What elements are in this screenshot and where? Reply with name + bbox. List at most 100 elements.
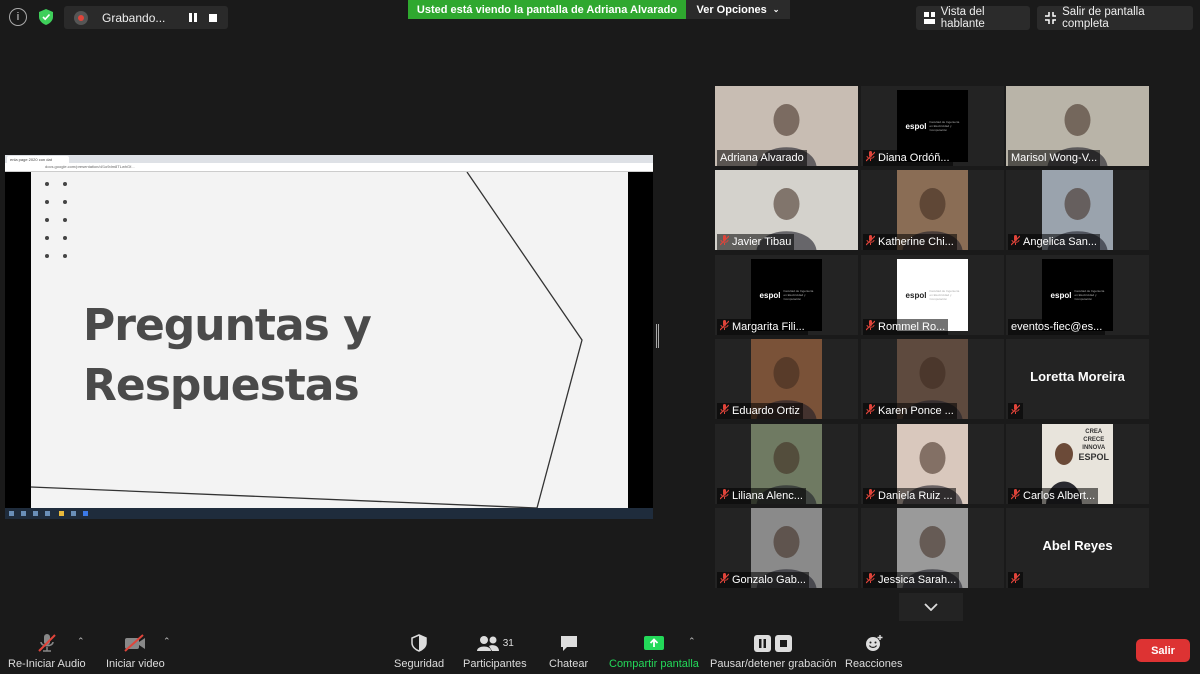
chevron-down-icon: ⌄	[772, 5, 780, 14]
microphone-muted-icon	[865, 151, 876, 165]
participant-tile[interactable]: Javier Tibau	[715, 170, 858, 250]
participant-name-tag: Jessica Sarah...	[863, 572, 960, 588]
participant-tile[interactable]: espol Facultad de Ingeniería en Electrici…	[1006, 255, 1149, 335]
participant-name-tag: eventos-fiec@es...	[1008, 319, 1106, 335]
exit-fullscreen-button[interactable]: Salir de pantalla completa	[1037, 6, 1193, 30]
participant-name-tag	[1008, 572, 1023, 588]
participant-name-large: Loretta Moreira	[1030, 369, 1125, 384]
stop-recording-icon[interactable]	[206, 11, 220, 25]
recording-indicator: Grabando...	[64, 6, 228, 29]
participant-tile[interactable]: Jessica Sarah...	[861, 508, 1004, 588]
participant-tile[interactable]: Liliana Alenc...	[715, 424, 858, 504]
presentation-area: Preguntas y Respuestas	[5, 172, 653, 508]
speaker-view-button[interactable]: Vista del hablante	[916, 6, 1030, 30]
microphone-muted-icon	[865, 235, 876, 249]
participant-name-tag: Eduardo Ortiz	[717, 403, 803, 419]
reactions-button[interactable]: Reacciones	[845, 632, 902, 670]
security-shield-icon	[411, 632, 427, 654]
leave-meeting-button[interactable]: Salir	[1136, 639, 1190, 662]
microphone-muted-icon	[719, 235, 730, 249]
video-button[interactable]: Iniciar video	[106, 632, 165, 670]
participant-tile[interactable]: Daniela Ruiz ...	[861, 424, 1004, 504]
camera-off-icon	[123, 632, 147, 654]
participant-name: Liliana Alenc...	[732, 490, 803, 502]
recording-dot-icon	[74, 10, 88, 25]
share-options-caret-icon[interactable]: ⌃	[688, 636, 696, 647]
participant-name-tag: Daniela Ruiz ...	[863, 488, 956, 504]
microphone-muted-icon	[719, 320, 730, 334]
pause-stop-icons	[754, 632, 793, 654]
participant-tile[interactable]: Adriana Alvarado	[715, 86, 858, 166]
participants-button[interactable]: 31 Participantes	[463, 632, 527, 670]
microphone-muted-icon	[865, 320, 876, 334]
participant-name: Javier Tibau	[732, 236, 792, 248]
pause-stop-recording-button[interactable]: Pausar/detener grabación	[710, 632, 837, 670]
screen-share-banner: Usted está viendo la pantalla de Adriana…	[408, 0, 686, 19]
security-button[interactable]: Seguridad	[394, 632, 444, 670]
view-options-button[interactable]: Ver Opciones ⌄	[686, 0, 790, 19]
shield-icon[interactable]	[37, 8, 55, 26]
participant-name-tag: Gonzalo Gab...	[717, 572, 809, 588]
slide-title: Preguntas y Respuestas	[83, 296, 372, 416]
chat-button-label: Chatear	[549, 658, 589, 670]
microphone-muted-icon	[719, 404, 730, 418]
chat-bubble-icon	[559, 632, 579, 654]
shared-screen: enla page 2020 con dat docs.google.com/p…	[5, 155, 653, 519]
espol-logo-text: espol	[759, 290, 781, 300]
participant-name-tag	[1008, 403, 1023, 419]
microphone-muted-icon	[719, 573, 730, 587]
participant-tile[interactable]: Abel Reyes	[1006, 508, 1149, 588]
audio-button[interactable]: Re-Iniciar Audio	[8, 632, 86, 670]
participant-name: Jessica Sarah...	[878, 574, 957, 586]
participant-name-tag: Carlos Albert...	[1008, 488, 1099, 504]
espol-logo-text: espol	[1050, 290, 1072, 300]
browser-tab-strip: enla page 2020 con dat	[5, 155, 653, 163]
info-icon[interactable]: i	[9, 8, 27, 26]
participants-icon: 31	[476, 632, 514, 654]
microphone-muted-icon	[1010, 489, 1021, 503]
participant-tile[interactable]: espol Facultad de Ingeniería en Electrici…	[715, 255, 858, 335]
participant-tile[interactable]: espol Facultad de Ingeniería en Electrici…	[861, 255, 1004, 335]
microphone-muted-icon	[719, 489, 730, 503]
participant-tile[interactable]: Marisol Wong-V...	[1006, 86, 1149, 166]
participant-name: Margarita Fili...	[732, 321, 805, 333]
participant-tile[interactable]: Eduardo Ortiz	[715, 339, 858, 419]
audio-options-caret-icon[interactable]: ⌃	[77, 636, 85, 647]
participant-tile[interactable]: CREA CRECE INNOVA ESPOL Carlos Albert...	[1006, 424, 1149, 504]
pause-recording-icon[interactable]	[186, 11, 200, 25]
microphone-muted-icon	[1010, 404, 1021, 418]
gallery-next-page-button[interactable]	[899, 593, 963, 621]
espol-subtitle: Facultad de Ingeniería en Electricidad y…	[1074, 289, 1105, 301]
reactions-button-label: Reacciones	[845, 658, 903, 670]
participant-tile[interactable]: Katherine Chi...	[861, 170, 1004, 250]
share-screen-button[interactable]: Compartir pantalla	[609, 632, 699, 670]
participant-name-tag: Angelica San...	[1008, 234, 1100, 250]
participant-name: Adriana Alvarado	[720, 152, 804, 164]
participant-name-tag: Adriana Alvarado	[717, 150, 807, 166]
panel-resize-handle[interactable]	[656, 324, 659, 348]
microphone-muted-icon	[865, 573, 876, 587]
participant-name: Karen Ponce ...	[878, 405, 954, 417]
participant-tile[interactable]: Gonzalo Gab...	[715, 508, 858, 588]
participant-tile[interactable]: espol Facultad de Ingeniería en Electrici…	[861, 86, 1004, 166]
participant-name: Carlos Albert...	[1023, 490, 1096, 502]
stop-icon	[775, 634, 793, 652]
video-options-caret-icon[interactable]: ⌃	[163, 636, 171, 647]
participant-tile[interactable]: Karen Ponce ...	[861, 339, 1004, 419]
exit-fullscreen-icon	[1045, 12, 1057, 24]
espol-subtitle: Facultad de Ingeniería en Electricidad y…	[929, 120, 960, 132]
participant-name: Marisol Wong-V...	[1011, 152, 1098, 164]
participant-tile[interactable]: Angelica San...	[1006, 170, 1149, 250]
speaker-view-label: Vista del hablante	[940, 6, 985, 30]
participant-name: Rommel Ro...	[878, 321, 946, 333]
participant-tile[interactable]: Loretta Moreira	[1006, 339, 1149, 419]
smiley-plus-icon	[864, 632, 884, 654]
audio-button-label: Re-Iniciar Audio	[8, 658, 86, 670]
chat-button[interactable]: Chatear	[549, 632, 588, 670]
participant-name-tag: Diana Ordóñ...	[863, 150, 953, 166]
grid-icon	[924, 12, 935, 24]
recording-label: Grabando...	[102, 10, 166, 25]
microphone-muted-icon	[1010, 235, 1021, 249]
participant-name: eventos-fiec@es...	[1011, 321, 1103, 333]
participant-name-tag: Karen Ponce ...	[863, 403, 957, 419]
